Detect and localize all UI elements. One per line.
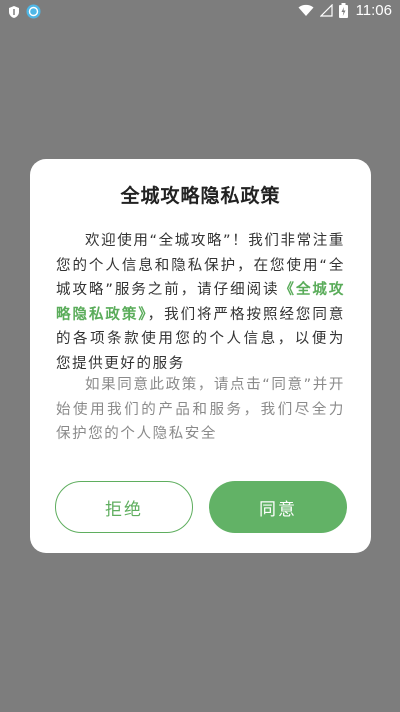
shield-icon <box>8 5 20 19</box>
status-time: 11:06 <box>355 2 392 19</box>
agree-button[interactable]: 同意 <box>209 481 347 533</box>
privacy-policy-dialog: 全城攻略隐私政策 欢迎使用“全城攻略”！我们非常注重您的个人信息和隐私保护，在您… <box>30 159 371 553</box>
battery-charging-icon <box>338 3 348 18</box>
app-notification-icon <box>26 4 41 19</box>
status-bar: 11:06 <box>0 0 400 24</box>
status-right-icons: 11:06 <box>298 2 392 19</box>
dialog-title: 全城攻略隐私政策 <box>120 185 281 207</box>
policy-intro-paragraph: 欢迎使用“全城攻略”！我们非常注重您的个人信息和隐私保护，在您使用“全城攻略”服… <box>56 229 345 376</box>
cellular-signal-icon <box>319 4 333 17</box>
status-left-icons <box>8 4 41 19</box>
refuse-button[interactable]: 拒绝 <box>55 481 193 533</box>
consent-instruction-paragraph: 如果同意此政策，请点击“同意”并开始使用我们的产品和服务，我们尽全力保护您的个人… <box>56 377 345 442</box>
wifi-icon <box>298 4 314 17</box>
